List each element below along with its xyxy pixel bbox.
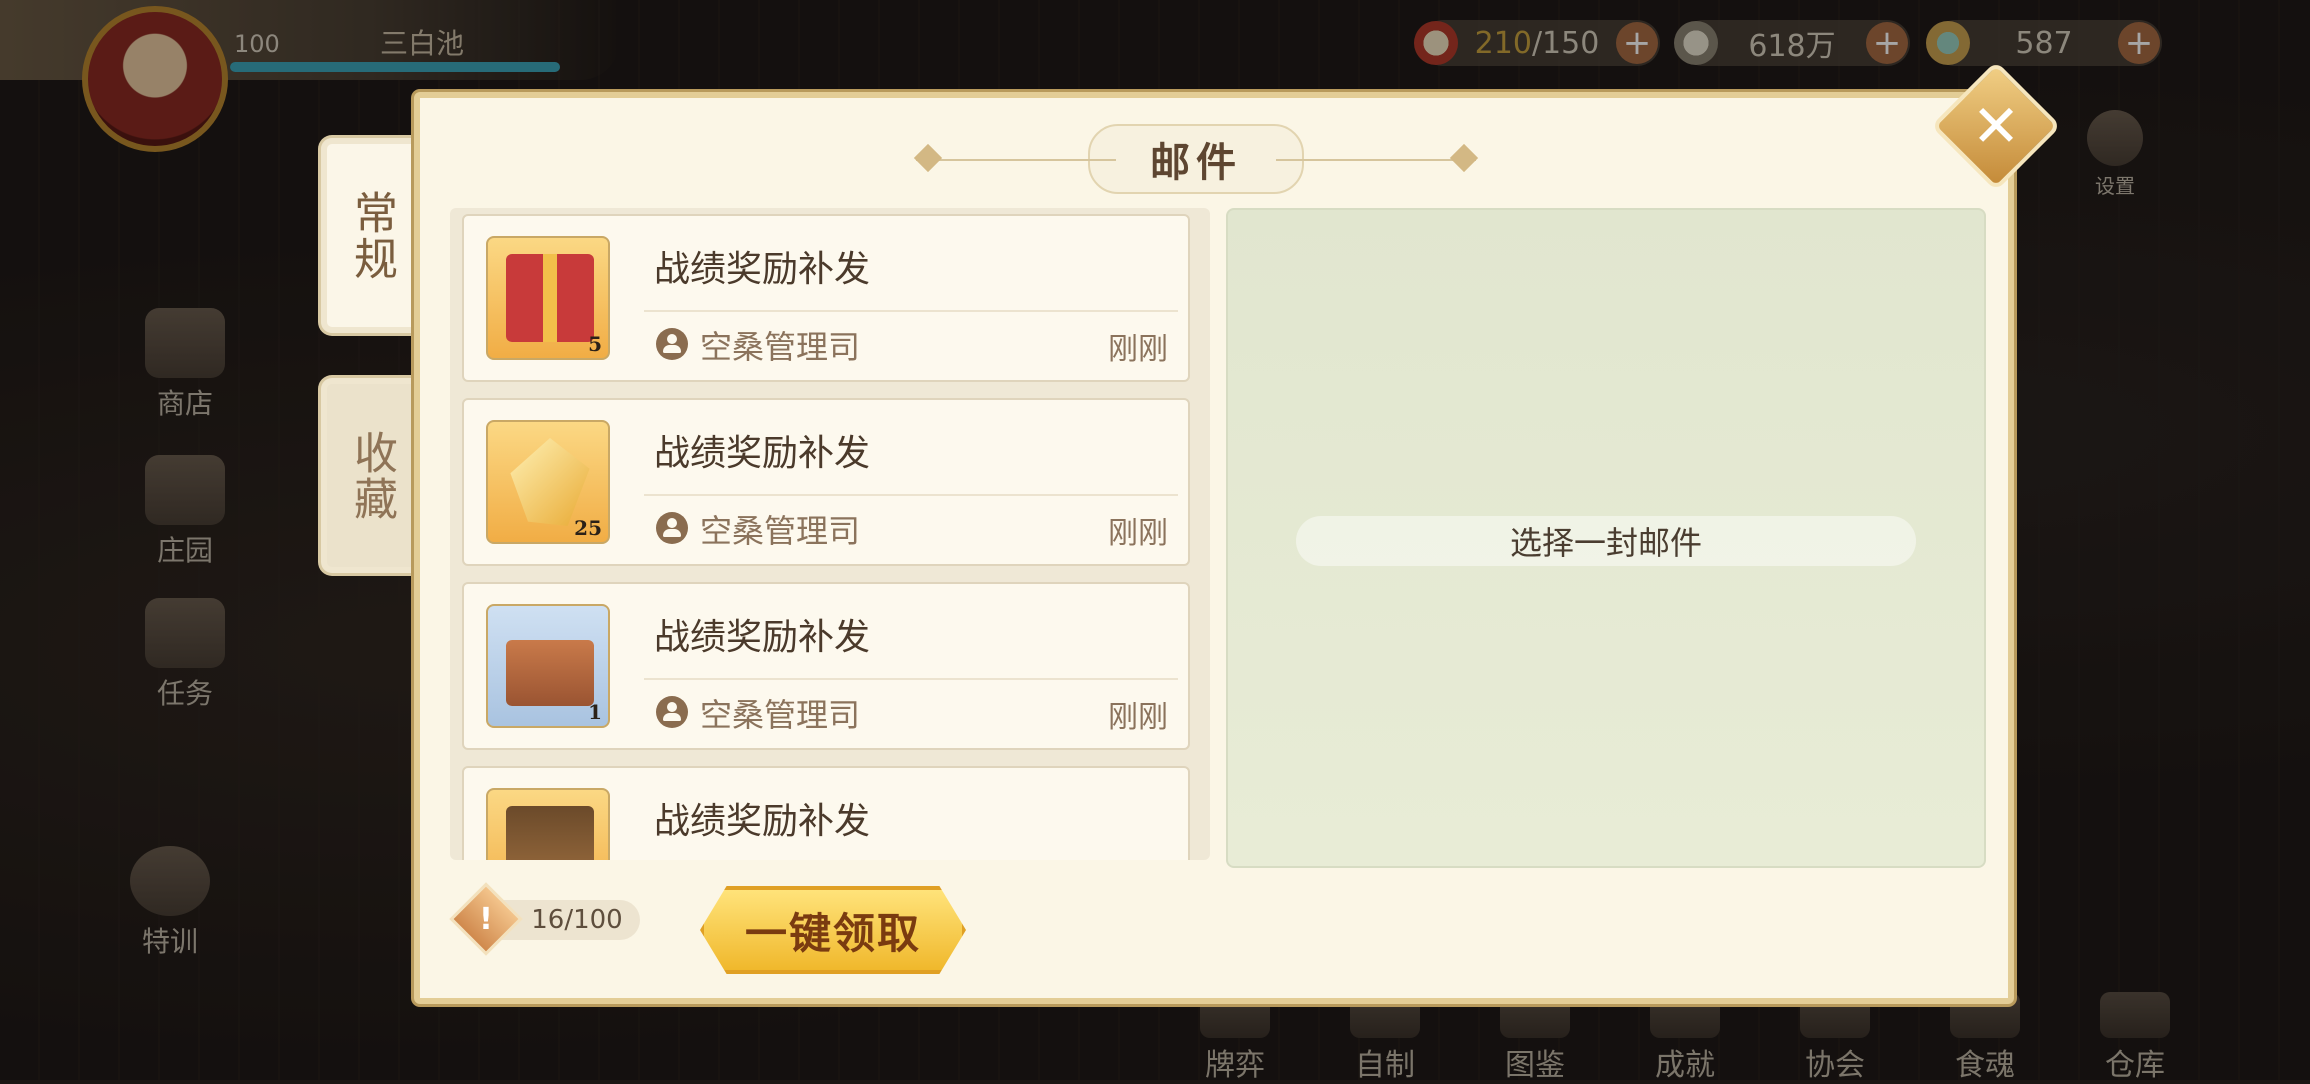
panel-title: 邮件 — [1088, 124, 1304, 194]
gold-crystal-icon: 25 — [486, 420, 610, 544]
food-box-icon: 1 — [486, 604, 610, 728]
tab-favorites[interactable]: 收藏 — [318, 375, 421, 576]
mail-item[interactable]: 25 战绩奖励补发 空桑管理司 刚刚 — [462, 398, 1190, 566]
sender-icon — [656, 328, 688, 360]
panel-header: 邮件 — [913, 124, 1479, 194]
claim-all-button[interactable]: 一键领取 — [700, 886, 966, 974]
sender-icon — [656, 696, 688, 728]
tab-regular[interactable]: 常规 — [318, 135, 421, 336]
treasure-chest-icon — [486, 788, 610, 860]
mail-item[interactable]: 战绩奖励补发 — [462, 766, 1190, 860]
gift-box-icon: 5 — [486, 236, 610, 360]
sender-icon — [656, 512, 688, 544]
mail-detail-pane: 选择一封邮件 — [1226, 208, 1986, 868]
mail-list[interactable]: 5 战绩奖励补发 空桑管理司 刚刚 25 战绩奖励补发 空桑管理司 刚刚 1 战… — [450, 208, 1210, 860]
close-icon: ✕ — [1971, 92, 2021, 160]
mail-item[interactable]: 5 战绩奖励补发 空桑管理司 刚刚 — [462, 214, 1190, 382]
empty-hint: 选择一封邮件 — [1509, 524, 1702, 562]
mail-item[interactable]: 1 战绩奖励补发 空桑管理司 刚刚 — [462, 582, 1190, 750]
